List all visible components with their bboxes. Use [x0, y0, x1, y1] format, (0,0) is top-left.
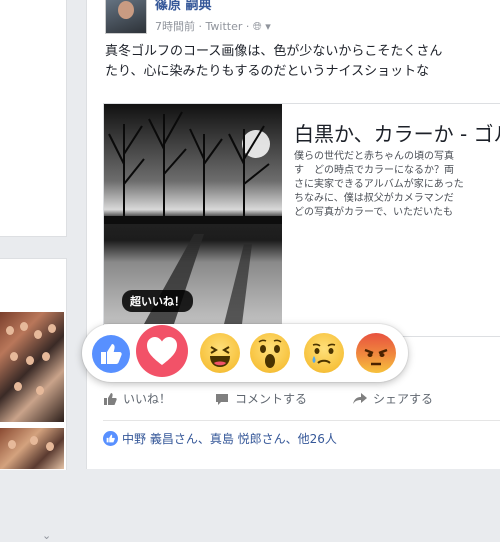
haha-reaction[interactable]	[200, 333, 240, 373]
feed-post: 篠原 嗣典 7時間前 · Twitter · 🌐︎ ▾ 真冬ゴルフのコース画像は…	[86, 0, 500, 469]
laughing-face-icon	[210, 346, 230, 367]
globe-icon: 🌐︎	[252, 20, 262, 33]
left-card	[0, 0, 67, 237]
post-meta: 7時間前 · Twitter · 🌐︎ ▾	[155, 18, 271, 34]
group-photo-thumbnail-2[interactable]	[0, 428, 64, 469]
like-action[interactable]: いいね！	[103, 390, 171, 407]
post-text-line: 真冬ゴルフのコース画像は、色が少ないからこそたくさん	[105, 44, 443, 59]
reactors-text[interactable]: 中野 義昌さん、真島 悦郎さん、他26人	[122, 430, 337, 447]
love-reaction[interactable]	[136, 325, 188, 377]
angry-reaction[interactable]	[356, 333, 396, 373]
heart-icon	[147, 337, 177, 365]
post-text-line: たり、心に染みたりもするのだというナイスショットな	[105, 64, 430, 79]
share-icon	[353, 392, 367, 404]
link-desc-line: さに実家できるアルバムが家にあった	[294, 179, 464, 190]
sad-face-icon	[312, 343, 336, 364]
post-text: 真冬ゴルフのコース画像は、色が少ないからこそたくさん たり、心に染みたりもするの…	[105, 42, 500, 82]
sad-reaction[interactable]	[304, 333, 344, 373]
link-desc-line: す どの時点でカラーになるか？両	[294, 165, 454, 176]
comment-action-label: コメントする	[235, 392, 308, 406]
post-time[interactable]: 7時間前	[155, 20, 195, 33]
like-reaction[interactable]	[92, 335, 130, 373]
group-photo-thumbnail[interactable]	[0, 312, 64, 422]
avatar[interactable]	[105, 0, 147, 34]
link-desc-line: ちなみに、僕は叔父がカメラマンだ	[294, 193, 454, 204]
share-action[interactable]: シェアする	[353, 390, 433, 407]
link-desc-line: どの写真がカラーで、いただいたも	[294, 207, 453, 218]
left-column: ⌄	[0, 0, 67, 542]
surprised-face-icon	[258, 339, 282, 368]
link-description: 僕らの世代だと赤ちゃんの頃の写真 す どの時点でカラーになるか？両 さに実家でき…	[294, 150, 464, 220]
comment-action[interactable]: コメントする	[215, 390, 307, 407]
meta-separator: ·	[245, 20, 253, 33]
post-source[interactable]: Twitter	[206, 20, 243, 33]
like-reaction-icon	[101, 344, 122, 364]
reaction-summary[interactable]: 中野 義昌さん、真島 悦郎さん、他26人	[103, 430, 337, 447]
angry-face-icon	[364, 348, 388, 366]
share-action-label: シェアする	[373, 392, 434, 406]
wow-reaction[interactable]	[250, 333, 290, 373]
like-badge-icon	[103, 431, 118, 446]
audience-dropdown-icon[interactable]: ▾	[265, 20, 271, 33]
link-title[interactable]: 白黒か、カラーか - ゴル	[294, 118, 500, 147]
chevron-down-icon[interactable]: ⌄	[42, 529, 51, 542]
post-author[interactable]: 篠原 嗣典	[155, 0, 212, 13]
comment-icon	[216, 393, 228, 405]
post-actions: いいね！ コメントする シェアする	[103, 390, 500, 412]
like-action-label: いいね！	[123, 392, 172, 406]
divider	[103, 420, 500, 421]
meta-separator: ·	[198, 20, 206, 33]
super-like-badge: 超いいね！	[122, 290, 193, 312]
link-desc-line: 僕らの世代だと赤ちゃんの頃の写真	[294, 151, 454, 162]
reaction-picker	[82, 324, 408, 382]
thumbs-up-icon	[104, 392, 117, 405]
